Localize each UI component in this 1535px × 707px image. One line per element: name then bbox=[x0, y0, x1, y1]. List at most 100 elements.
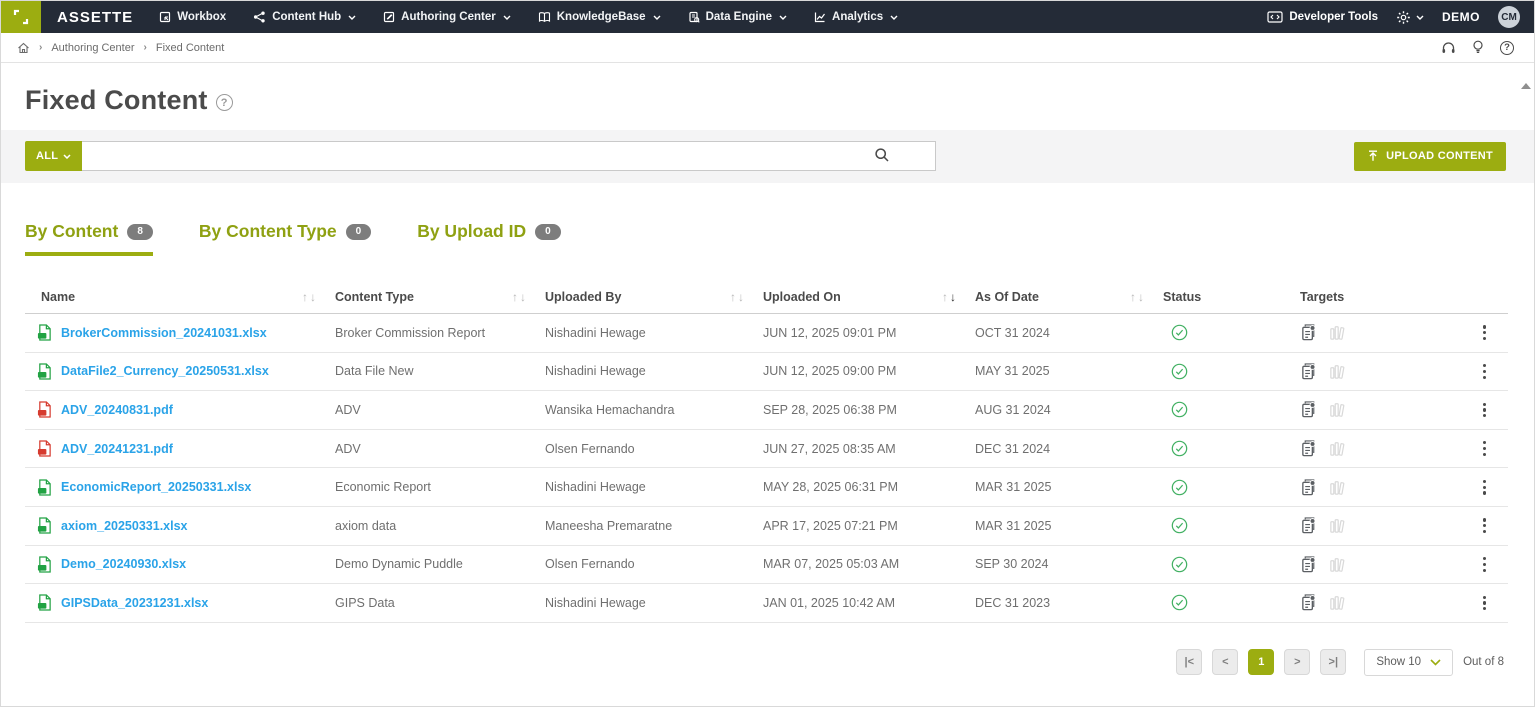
content-type-cell: ADV bbox=[335, 442, 545, 456]
page-size-select[interactable]: Show 10 bbox=[1364, 649, 1453, 676]
file-type-icon bbox=[37, 594, 52, 611]
search-input[interactable] bbox=[82, 141, 936, 171]
as-of-date-cell: OCT 31 2024 bbox=[975, 326, 1163, 340]
status-success-icon bbox=[1171, 324, 1188, 341]
column-header-name[interactable]: Name ↑↓ bbox=[25, 290, 335, 304]
table-row: BrokerCommission_20241031.xlsx Broker Co… bbox=[25, 314, 1508, 353]
first-page-button[interactable]: |< bbox=[1176, 649, 1202, 675]
status-success-icon bbox=[1171, 479, 1188, 496]
row-actions-menu[interactable] bbox=[1477, 592, 1492, 615]
sort-icon-active-desc[interactable]: ↑↓ bbox=[941, 291, 957, 303]
column-header-as-of-date[interactable]: As Of Date ↑↓ bbox=[975, 290, 1163, 304]
breadcrumb-separator: › bbox=[144, 42, 147, 53]
sort-icon[interactable]: ↑↓ bbox=[1129, 291, 1145, 303]
file-name-link[interactable]: BrokerCommission_20241031.xlsx bbox=[61, 326, 267, 340]
as-of-date-cell: AUG 31 2024 bbox=[975, 403, 1163, 417]
toolbar: ALL UPLOAD CONTENT bbox=[1, 130, 1534, 183]
uploaded-by-cell: Olsen Fernando bbox=[545, 557, 763, 571]
file-name-link[interactable]: ADV_20240831.pdf bbox=[61, 403, 173, 417]
uploaded-on-cell: MAY 28, 2025 06:31 PM bbox=[763, 480, 975, 494]
row-actions-menu[interactable] bbox=[1477, 514, 1492, 537]
upload-content-button[interactable]: UPLOAD CONTENT bbox=[1354, 142, 1506, 171]
environment-label: DEMO bbox=[1442, 10, 1480, 24]
tab-by-upload-id[interactable]: By Upload ID 0 bbox=[417, 221, 560, 256]
file-name-link[interactable]: ADV_20241231.pdf bbox=[61, 442, 173, 456]
user-avatar[interactable]: CM bbox=[1498, 6, 1520, 28]
nav-workbox[interactable]: Workbox bbox=[159, 11, 226, 23]
page-number-button[interactable]: 1 bbox=[1248, 649, 1274, 675]
previous-page-button[interactable]: < bbox=[1212, 649, 1238, 675]
row-actions-menu[interactable] bbox=[1477, 437, 1492, 460]
report-target-icon[interactable] bbox=[1300, 362, 1319, 381]
breadcrumb-fixed-content[interactable]: Fixed Content bbox=[156, 42, 224, 54]
breadcrumb-authoring-center[interactable]: Authoring Center bbox=[51, 42, 134, 54]
as-of-date-cell: DEC 31 2024 bbox=[975, 442, 1163, 456]
name-cell: axiom_20250331.xlsx bbox=[25, 517, 335, 534]
row-actions-menu[interactable] bbox=[1477, 321, 1492, 344]
as-of-date-cell: DEC 31 2023 bbox=[975, 596, 1163, 610]
report-target-icon[interactable] bbox=[1300, 478, 1319, 497]
nav-analytics[interactable]: Analytics bbox=[814, 11, 898, 23]
nav-authoring-center[interactable]: Authoring Center bbox=[383, 11, 511, 23]
status-success-icon bbox=[1171, 363, 1188, 380]
filter-all-dropdown[interactable]: ALL bbox=[25, 141, 82, 171]
developer-tools-button[interactable]: Developer Tools bbox=[1267, 11, 1378, 23]
tab-count-badge: 8 bbox=[127, 224, 153, 240]
report-target-icon[interactable] bbox=[1300, 439, 1319, 458]
page-title: Fixed Content bbox=[25, 85, 208, 116]
sort-icon[interactable]: ↑↓ bbox=[301, 291, 317, 303]
sort-icon[interactable]: ↑↓ bbox=[511, 291, 527, 303]
file-name-link[interactable]: DataFile2_Currency_20250531.xlsx bbox=[61, 364, 269, 378]
targets-cell bbox=[1300, 362, 1463, 381]
status-cell bbox=[1163, 517, 1300, 534]
help-icon[interactable]: ? bbox=[1500, 41, 1514, 55]
file-name-link[interactable]: EconomicReport_20250331.xlsx bbox=[61, 480, 251, 494]
page-help-icon[interactable]: ? bbox=[216, 94, 233, 111]
file-type-icon bbox=[37, 556, 52, 573]
nav-data-engine[interactable]: Data Engine bbox=[688, 11, 787, 23]
nav-knowledgebase[interactable]: KnowledgeBase bbox=[538, 11, 661, 23]
scroll-up-arrow-icon[interactable] bbox=[1521, 83, 1531, 89]
row-actions-menu[interactable] bbox=[1477, 360, 1492, 383]
authoring-center-icon bbox=[383, 11, 395, 23]
status-cell bbox=[1163, 401, 1300, 418]
column-header-content-type[interactable]: Content Type ↑↓ bbox=[335, 290, 545, 304]
column-header-uploaded-on[interactable]: Uploaded On ↑↓ bbox=[763, 290, 975, 304]
sort-icon[interactable]: ↑↓ bbox=[729, 291, 745, 303]
support-headset-icon[interactable] bbox=[1441, 41, 1456, 55]
next-page-button[interactable]: > bbox=[1284, 649, 1310, 675]
idea-lightbulb-icon[interactable] bbox=[1472, 40, 1484, 55]
chevron-down-icon bbox=[348, 15, 356, 20]
search-icon[interactable] bbox=[874, 147, 890, 163]
name-cell: BrokerCommission_20241031.xlsx bbox=[25, 324, 335, 341]
report-target-icon[interactable] bbox=[1300, 516, 1319, 535]
report-target-icon[interactable] bbox=[1300, 555, 1319, 574]
vertical-scrollbar[interactable] bbox=[1519, 69, 1532, 702]
uploaded-by-cell: Maneesha Premaratne bbox=[545, 519, 763, 533]
home-icon[interactable] bbox=[17, 42, 30, 54]
row-actions-menu[interactable] bbox=[1477, 553, 1492, 576]
report-target-icon[interactable] bbox=[1300, 593, 1319, 612]
nav-content-hub[interactable]: Content Hub bbox=[253, 11, 356, 23]
content-type-cell: GIPS Data bbox=[335, 596, 545, 610]
file-name-link[interactable]: GIPSData_20231231.xlsx bbox=[61, 596, 208, 610]
row-actions-menu[interactable] bbox=[1477, 399, 1492, 422]
library-target-icon bbox=[1328, 362, 1347, 381]
settings-menu[interactable] bbox=[1396, 10, 1424, 25]
file-name-link[interactable]: axiom_20250331.xlsx bbox=[61, 519, 188, 533]
name-cell: GIPSData_20231231.xlsx bbox=[25, 594, 335, 611]
report-target-icon[interactable] bbox=[1300, 323, 1319, 342]
targets-cell bbox=[1300, 555, 1463, 574]
column-header-targets: Targets bbox=[1300, 290, 1463, 304]
tab-by-content-type[interactable]: By Content Type 0 bbox=[199, 221, 371, 256]
last-page-button[interactable]: >| bbox=[1320, 649, 1346, 675]
status-cell bbox=[1163, 594, 1300, 611]
file-name-link[interactable]: Demo_20240930.xlsx bbox=[61, 557, 186, 571]
breadcrumb-bar: › Authoring Center › Fixed Content ? bbox=[1, 33, 1534, 63]
column-header-uploaded-by[interactable]: Uploaded By ↑↓ bbox=[545, 290, 763, 304]
tab-by-content[interactable]: By Content 8 bbox=[25, 221, 153, 256]
report-target-icon[interactable] bbox=[1300, 400, 1319, 419]
library-target-icon bbox=[1328, 516, 1347, 535]
row-actions-menu[interactable] bbox=[1477, 476, 1492, 499]
assette-logo[interactable] bbox=[1, 1, 41, 33]
